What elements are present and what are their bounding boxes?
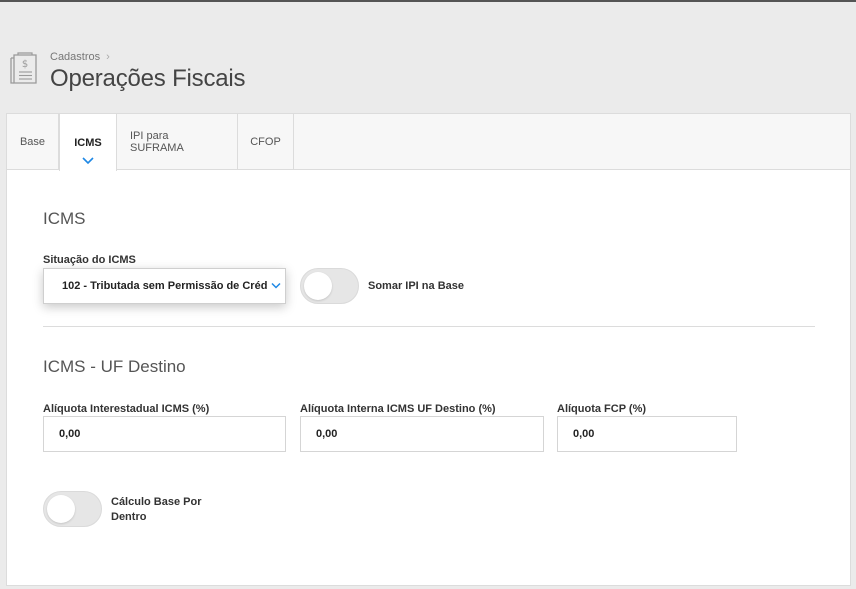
calculo-base-label-line1: Cálculo Base Por <box>111 496 202 508</box>
section-title-icms: ICMS <box>43 209 86 228</box>
section-divider <box>43 326 815 327</box>
form-card: Base ICMS IPI para SUFRAMA CFOP ICMS Sit… <box>6 113 851 586</box>
tab-label: CFOP <box>250 136 281 148</box>
aliq-interna-label: Alíquota Interna ICMS UF Destino (%) <box>300 403 496 415</box>
section-title-uf-destino: ICMS - UF Destino <box>43 357 186 376</box>
aliq-fcp-input[interactable] <box>557 416 737 452</box>
breadcrumb: Cadastros › <box>50 51 245 63</box>
somar-ipi-toggle[interactable] <box>300 268 359 304</box>
chevron-down-icon <box>271 282 281 289</box>
tab-ipi-suframa[interactable]: IPI para SUFRAMA <box>117 114 238 170</box>
toggle-knob <box>304 272 332 300</box>
tab-cfop[interactable]: CFOP <box>238 114 294 170</box>
aliq-interestadual-input[interactable] <box>43 416 286 452</box>
chevron-right-icon: › <box>106 51 110 63</box>
aliq-fcp-label: Alíquota FCP (%) <box>557 403 647 415</box>
somar-ipi-label: Somar IPI na Base <box>368 280 464 292</box>
toggle-knob <box>47 495 75 523</box>
tab-base[interactable]: Base <box>7 114 59 170</box>
situacao-icms-select[interactable]: 102 - Tributada sem Permissão de Crédito <box>43 268 286 304</box>
page-title: Operações Fiscais <box>50 65 246 92</box>
calculo-base-toggle[interactable] <box>43 491 102 527</box>
receipt-dollar-icon: $ <box>10 52 37 84</box>
aliq-interna-input[interactable] <box>300 416 544 452</box>
chevron-down-icon <box>82 157 94 165</box>
tab-label: ICMS <box>74 136 102 149</box>
situacao-icms-value: 102 - Tributada sem Permissão de Crédito <box>62 280 267 292</box>
calculo-base-label-line2: Dentro <box>111 511 147 523</box>
tab-label: IPI para SUFRAMA <box>130 130 184 154</box>
tab-label: Base <box>19 136 46 148</box>
situacao-icms-label: Situação do ICMS <box>43 254 136 266</box>
tab-bar: Base ICMS IPI para SUFRAMA CFOP <box>7 114 850 171</box>
page-header: $ Cadastros › Operações Fiscais <box>10 48 246 98</box>
top-bar <box>0 0 856 2</box>
tab-icms[interactable]: ICMS <box>59 114 117 171</box>
calculo-base-label: Cálculo Base Por Dentro <box>111 495 201 525</box>
aliq-interestadual-label: Alíquota Interestadual ICMS (%) <box>43 403 210 415</box>
svg-text:$: $ <box>22 59 28 70</box>
breadcrumb-item-cadastros[interactable]: Cadastros <box>50 51 100 63</box>
